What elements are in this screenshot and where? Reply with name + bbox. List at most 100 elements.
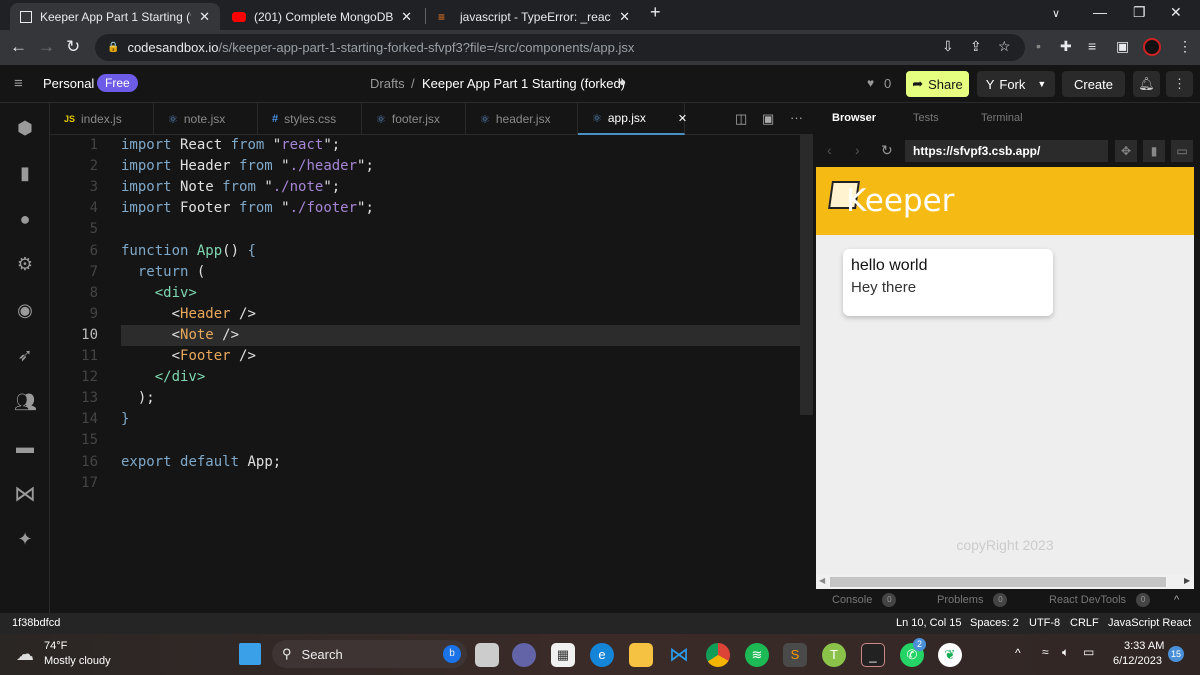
- preview-forward-icon[interactable]: ›: [855, 142, 860, 158]
- code-line[interactable]: import React from "react";: [121, 137, 340, 153]
- react-devtools-tab[interactable]: React DevTools 0: [1049, 593, 1151, 607]
- code-line[interactable]: <Footer />: [121, 348, 256, 364]
- code-editor[interactable]: 1 import React from "react"; 2 import Heade…: [50, 135, 811, 613]
- files-icon[interactable]: ▮: [14, 162, 36, 184]
- open-new-window-icon[interactable]: ▭: [1171, 140, 1193, 162]
- edge-icon[interactable]: e: [590, 643, 614, 667]
- tab-browser[interactable]: Browser: [832, 112, 876, 124]
- preview-horizontal-scrollbar[interactable]: ◀ ▶: [816, 575, 1194, 589]
- preview-icon[interactable]: ▣: [762, 111, 774, 127]
- browser-tab[interactable]: ≡ javascript - TypeError: _reactDom ✕: [428, 3, 640, 30]
- share-button[interactable]: ➦ Share: [906, 71, 969, 97]
- docker-icon[interactable]: ▬: [14, 436, 36, 458]
- tab-terminal[interactable]: Terminal: [981, 112, 1023, 124]
- extensions-puzzle-icon[interactable]: ✚: [1060, 38, 1072, 55]
- tab-footer-jsx[interactable]: ⚛ footer.jsx: [362, 103, 466, 135]
- clock-time[interactable]: 3:33 AM: [1124, 640, 1164, 652]
- volume-icon[interactable]: 🔈︎: [1062, 645, 1069, 660]
- forward-icon[interactable]: →: [38, 37, 55, 57]
- code-line[interactable]: return (: [121, 264, 205, 280]
- preview-devtools-icon[interactable]: ✥: [1115, 140, 1137, 162]
- tab-app-jsx[interactable]: ⚛ app.jsx ✕: [578, 103, 687, 135]
- split-view-icon[interactable]: ◫: [735, 111, 747, 127]
- taskbar-search[interactable]: ⚲ Search b: [272, 640, 467, 668]
- show-hidden-icons[interactable]: ^: [1015, 646, 1021, 660]
- close-tab-icon[interactable]: ✕: [199, 9, 210, 25]
- close-window-icon[interactable]: ✕: [1170, 4, 1182, 21]
- live-users-icon[interactable]: 👥︎: [14, 391, 37, 413]
- file-explorer-icon[interactable]: [629, 643, 653, 667]
- minimize-icon[interactable]: —: [1093, 4, 1107, 20]
- code-line[interactable]: <Header />: [121, 306, 256, 322]
- github-icon[interactable]: ◉: [14, 299, 36, 321]
- install-icon[interactable]: ⇩: [942, 38, 954, 55]
- spotify-icon[interactable]: ≋: [745, 643, 769, 667]
- battery-icon[interactable]: ▭: [1083, 645, 1094, 659]
- create-button[interactable]: Create: [1062, 71, 1125, 97]
- preview-reload-icon[interactable]: ↻: [881, 142, 893, 159]
- encoding[interactable]: UTF-8: [1029, 617, 1060, 629]
- tab-header-jsx[interactable]: ⚛ header.jsx: [466, 103, 578, 135]
- extension-icon[interactable]: •: [1036, 38, 1041, 54]
- indentation[interactable]: Spaces: 2: [970, 617, 1019, 629]
- windows-start-icon[interactable]: [239, 643, 261, 665]
- wifi-icon[interactable]: ≈: [1042, 645, 1049, 659]
- vscode-icon[interactable]: ⋈: [14, 483, 36, 505]
- console-tab[interactable]: Console 0: [832, 593, 897, 607]
- editor-scrollbar[interactable]: [800, 135, 813, 415]
- heart-icon[interactable]: ♥: [867, 76, 874, 90]
- menu-icon[interactable]: ≡: [14, 75, 23, 92]
- sparkles-icon[interactable]: ✦: [14, 528, 36, 550]
- code-line[interactable]: <Note />: [121, 327, 239, 343]
- ms-store-icon[interactable]: ▦: [551, 643, 575, 667]
- preview-url-input[interactable]: https://sfvpf3.csb.app/: [905, 140, 1108, 162]
- restore-icon[interactable]: ❐: [1133, 4, 1146, 21]
- code-line[interactable]: export default App;: [121, 454, 281, 470]
- close-tab-icon[interactable]: ✕: [678, 112, 687, 125]
- bookmark-star-icon[interactable]: ☆: [998, 38, 1011, 55]
- sandbox-title[interactable]: Keeper App Part 1 Starting (forked): [422, 76, 625, 91]
- chrome-taskbar-icon[interactable]: [706, 643, 730, 667]
- code-line[interactable]: <div>: [121, 285, 197, 301]
- reload-icon[interactable]: ↻: [66, 37, 80, 57]
- terminal-icon[interactable]: _: [861, 643, 885, 667]
- workspace-name[interactable]: Personal: [43, 76, 94, 91]
- weather-cloud-icon[interactable]: ☁: [16, 644, 34, 665]
- preview-window-icon[interactable]: ▮: [1143, 140, 1165, 162]
- close-tab-icon[interactable]: ✕: [401, 9, 412, 25]
- chrome-menu-icon[interactable]: ⋮: [1178, 38, 1192, 55]
- share-page-icon[interactable]: ⇪: [970, 38, 982, 55]
- mongodb-compass-icon[interactable]: ❦: [938, 643, 962, 667]
- settings-gear-icon[interactable]: ⚙: [14, 253, 36, 275]
- code-line[interactable]: function App() {: [121, 243, 256, 259]
- tab-note-jsx[interactable]: ⚛ note.jsx: [154, 103, 258, 135]
- code-line[interactable]: import Footer from "./footer";: [121, 200, 374, 216]
- sidepanel-icon[interactable]: ▣: [1116, 38, 1129, 55]
- notifications-bell-icon[interactable]: 🔔︎: [1133, 71, 1160, 97]
- breadcrumb-drafts[interactable]: Drafts: [370, 76, 405, 91]
- code-line[interactable]: );: [121, 390, 155, 406]
- sublime-icon[interactable]: S: [783, 643, 807, 667]
- close-tab-icon[interactable]: ✕: [619, 9, 630, 25]
- vscode-taskbar-icon[interactable]: ⋈: [667, 643, 691, 667]
- more-icon[interactable]: ···: [790, 110, 803, 125]
- code-line[interactable]: import Header from "./header";: [121, 158, 374, 174]
- teams-chat-icon[interactable]: [512, 643, 536, 667]
- language-mode[interactable]: JavaScript React: [1108, 617, 1191, 629]
- tab-tests[interactable]: Tests: [913, 112, 939, 124]
- address-bar[interactable]: 🔒 codesandbox.io/s/keeper-app-part-1-sta…: [95, 34, 1025, 61]
- code-line[interactable]: }: [121, 411, 129, 427]
- app-icon[interactable]: T: [822, 643, 846, 667]
- new-tab-button[interactable]: +: [650, 2, 661, 23]
- deploy-rocket-icon[interactable]: ➶: [14, 344, 36, 366]
- problems-tab[interactable]: Problems 0: [937, 593, 1008, 607]
- sandbox-cube-icon[interactable]: ⬢: [14, 117, 36, 139]
- code-line[interactable]: import Note from "./note";: [121, 179, 340, 195]
- more-options-icon[interactable]: ⋮: [1166, 71, 1193, 97]
- cursor-position[interactable]: Ln 10, Col 15: [896, 617, 961, 629]
- notification-badge[interactable]: 15: [1168, 646, 1184, 662]
- fork-button[interactable]: Y Fork ▼: [977, 71, 1055, 97]
- media-icon[interactable]: ≡: [1088, 38, 1096, 54]
- preview-back-icon[interactable]: ‹: [827, 142, 832, 158]
- tab-search-icon[interactable]: ∨: [1052, 7, 1060, 20]
